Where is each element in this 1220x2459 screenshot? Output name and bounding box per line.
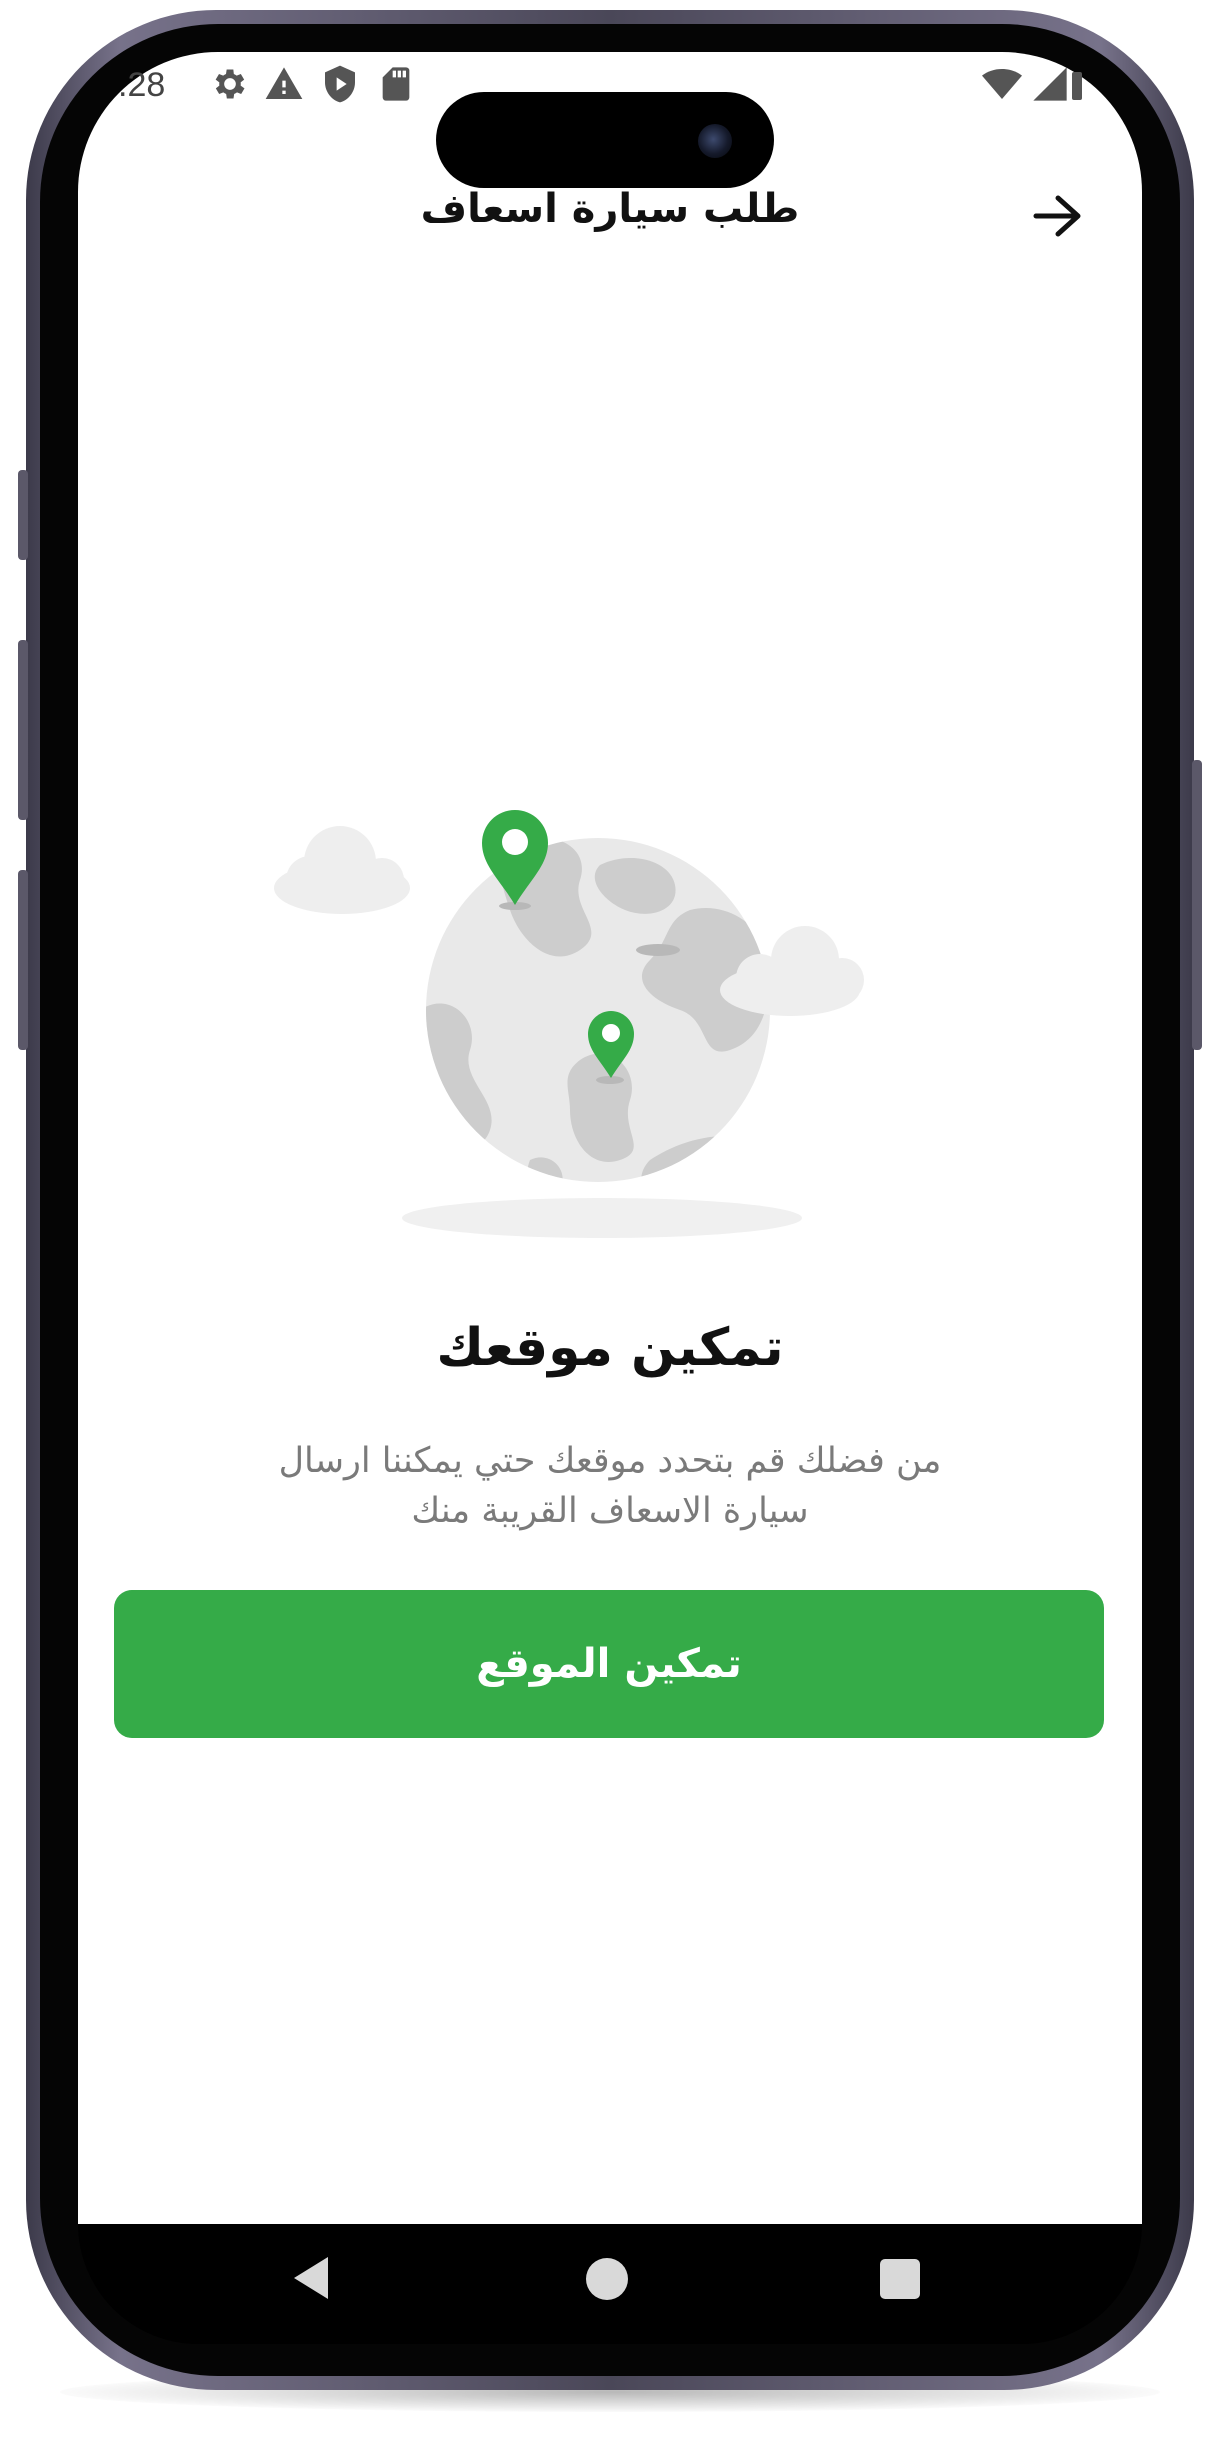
gear-icon	[215, 69, 245, 99]
status-time: .28	[118, 66, 166, 104]
side-button-power	[1192, 760, 1202, 1050]
nav-recents-icon[interactable]	[880, 2259, 920, 2299]
wifi-icon	[982, 69, 1022, 99]
side-button-mute	[18, 470, 28, 560]
location-description: من فضلك قم بتحدد موقعك حتي يمكننا ارسال …	[230, 1436, 990, 1536]
shield-play-icon	[325, 65, 355, 103]
arrow-right-icon[interactable]	[1028, 190, 1088, 242]
warning-icon	[265, 67, 303, 99]
side-button-volume-down	[18, 870, 28, 1050]
globe-with-location-pins-icon	[274, 810, 864, 1238]
side-button-volume-up	[18, 640, 28, 820]
battery-icon	[1072, 72, 1082, 100]
nav-back-icon[interactable]	[290, 2255, 330, 2301]
enable-location-button[interactable]: تمكين الموقع	[114, 1590, 1104, 1738]
cell-signal-icon	[1033, 67, 1067, 101]
page-title: طلب سيارة اسعاف	[420, 186, 800, 232]
sd-card-icon	[382, 67, 410, 101]
front-camera	[698, 124, 732, 158]
nav-home-icon[interactable]	[586, 2258, 628, 2300]
description-line-1: من فضلك قم بتحدد موقعك حتي يمكننا ارسال	[278, 1441, 942, 1481]
description-line-2: سيارة الاسعاف القريبة منك	[411, 1491, 809, 1531]
enable-location-heading: تمكين موقعك	[436, 1318, 784, 1378]
